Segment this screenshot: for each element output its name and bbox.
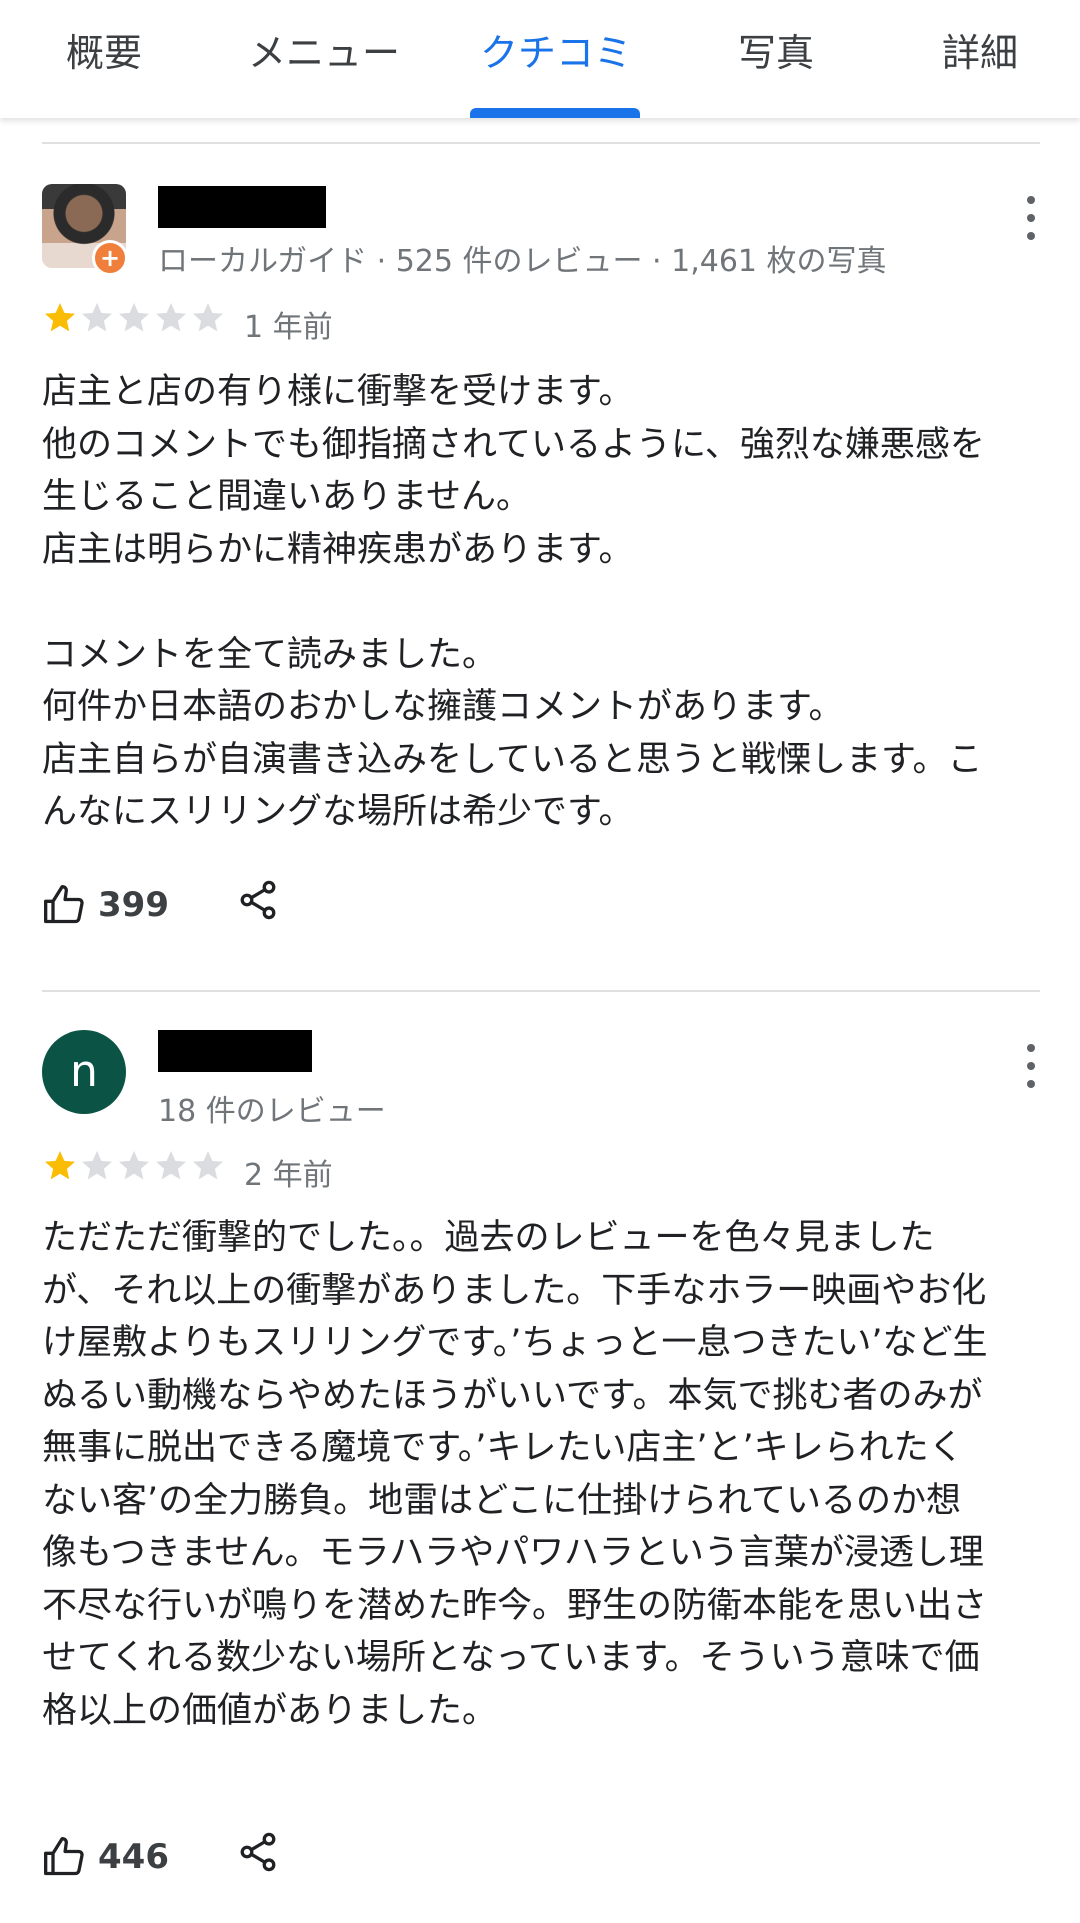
divider <box>42 142 1040 144</box>
tab-photos[interactable]: 写真 <box>738 28 814 88</box>
review-text: ただただ衝撃的でした。。過去のレビューを色々見ましたが、それ以上の衝撃がありまし… <box>42 1218 988 1731</box>
reviewer-meta: 18 件のレビュー <box>158 1094 386 1129</box>
like-button[interactable]: 399 <box>42 880 169 930</box>
tab-bar: 概要 メニュー クチコミ 写真 詳細 <box>0 0 1080 118</box>
review-text: 店主と店の有り様に衝撃を受けます。 他のコメントでも御指摘されているように、強烈… <box>42 372 985 832</box>
tab-reviews[interactable]: クチコミ <box>480 28 632 88</box>
star-empty-icon <box>156 303 186 332</box>
reviewer-meta: ローカルガイド · 525 件のレビュー · 1,461 枚の写真 <box>158 244 887 279</box>
star-rating <box>42 1148 227 1188</box>
share-button[interactable] <box>236 878 280 922</box>
thumbs-up-icon <box>44 1837 84 1876</box>
star-empty-icon <box>82 303 112 332</box>
star-filled-icon <box>45 303 75 332</box>
reviewer-name-redacted[interactable] <box>158 186 326 228</box>
local-guide-badge-icon: + <box>92 240 128 276</box>
star-filled-icon <box>45 1151 75 1180</box>
more-vert-icon[interactable] <box>1016 1042 1046 1094</box>
tab-details[interactable]: 詳細 <box>942 28 1018 88</box>
star-empty-icon <box>193 1151 223 1180</box>
review-date: 1 年前 <box>244 310 333 345</box>
star-empty-icon <box>156 1151 186 1180</box>
like-count: 399 <box>98 885 169 925</box>
reviewer-name-redacted[interactable] <box>158 1030 312 1072</box>
more-vert-icon[interactable] <box>1016 194 1046 246</box>
star-empty-icon <box>193 303 223 332</box>
tab-overview[interactable]: 概要 <box>66 28 142 88</box>
active-tab-indicator <box>470 108 640 118</box>
share-button[interactable] <box>236 1830 280 1874</box>
star-empty-icon <box>119 303 149 332</box>
like-count: 446 <box>98 1837 169 1877</box>
star-empty-icon <box>82 1151 112 1180</box>
like-button[interactable]: 446 <box>42 1832 169 1882</box>
thumbs-up-icon <box>44 885 84 924</box>
tab-menu[interactable]: メニュー <box>248 28 400 88</box>
reviewer-avatar[interactable]: n <box>42 1030 126 1114</box>
star-empty-icon <box>119 1151 149 1180</box>
star-rating <box>42 300 227 340</box>
share-icon <box>240 1832 276 1872</box>
review-date: 2 年前 <box>244 1158 333 1193</box>
share-icon <box>240 880 276 920</box>
divider <box>42 990 1040 992</box>
